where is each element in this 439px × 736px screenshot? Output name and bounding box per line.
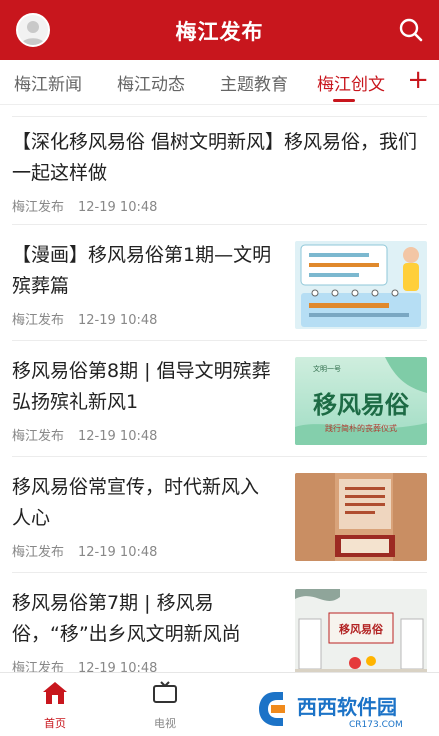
article-time: 12-19 10:48 (78, 313, 158, 328)
article-meta: 梅江发布 12-19 10:48 (12, 309, 157, 328)
watermark-subtext: CR173.COM (349, 720, 403, 730)
search-icon (399, 18, 423, 42)
article-meta: 梅江发布 12-19 10:48 (12, 425, 157, 444)
category-tabs: 梅江新闻 梅江动态 主题教育 梅江创文 + (0, 60, 439, 105)
nav-home-label: 首页 (44, 717, 66, 730)
article-title: 移风易俗第7期 | 移风易俗，“移”出乡风文明新风尚 (12, 592, 241, 645)
article-thumbnail: 移风易俗 (295, 589, 427, 677)
tv-icon (153, 681, 177, 703)
article-time: 12-19 10:48 (78, 429, 158, 444)
thumb-sign: 移风易俗 (339, 622, 384, 636)
article-thumbnail: 文明一号 移风易俗 践行简朴的丧葬仪式 (295, 357, 427, 445)
app-header: 梅江发布 (0, 0, 439, 60)
article-title: 移风易俗第8期 | 倡导文明殡葬 弘扬殡礼新风1 (12, 360, 271, 413)
page-title: 梅江发布 (175, 20, 264, 44)
thumb-badge: 文明一号 (313, 364, 341, 373)
article-meta: 梅江发布 12-19 10:48 (12, 196, 157, 215)
article-source: 梅江发布 (12, 545, 65, 560)
nav-tv-label: 电视 (154, 717, 176, 730)
thumb-headline: 移风易俗 (313, 390, 410, 419)
article-item[interactable]: 移风易俗第8期 | 倡导文明殡葬 弘扬殡礼新风1 梅江发布 12-19 10:48… (0, 341, 439, 456)
watermark-text: 西西软件园 (297, 695, 397, 719)
article-title: 移风易俗常宣传，时代新风入人心 (12, 476, 260, 529)
article-source: 梅江发布 (12, 429, 65, 444)
home-icon (43, 682, 67, 704)
site-watermark: 西西软件园 CR173.COM (257, 688, 435, 730)
tab-meijiang-news[interactable]: 梅江新闻 (14, 70, 82, 95)
add-tab-button[interactable]: + (407, 65, 429, 95)
article-title: 【漫画】移风易俗第1期—文明殡葬篇 (12, 244, 272, 297)
tab-meijiang-civilization[interactable]: 梅江创文 (317, 70, 385, 95)
article-item[interactable]: 【漫画】移风易俗第1期—文明殡葬篇 梅江发布 12-19 10:48 (0, 225, 439, 340)
nav-home[interactable]: 首页 (25, 681, 85, 731)
tab-meijiang-updates[interactable]: 梅江动态 (117, 70, 185, 95)
article-source: 梅江发布 (12, 200, 65, 215)
article-time: 12-19 10:48 (78, 545, 158, 560)
article-source: 梅江发布 (12, 313, 65, 328)
article-item[interactable]: 【深化移风易俗 倡树文明新风】移风易俗，我们一起这样做 梅江发布 12-19 10… (0, 117, 439, 225)
active-tab-indicator (333, 99, 355, 102)
tab-theme-education[interactable]: 主题教育 (220, 70, 288, 95)
article-item[interactable]: 移风易俗常宣传，时代新风入人心 梅江发布 12-19 10:48 (0, 457, 439, 572)
article-thumbnail (295, 473, 427, 561)
article-thumbnail (295, 241, 427, 329)
article-time: 12-19 10:48 (78, 200, 158, 215)
article-item[interactable]: 移风易俗第7期 | 移风易俗，“移”出乡风文明新风尚 梅江发布 12-19 10:… (0, 573, 439, 677)
article-meta: 梅江发布 12-19 10:48 (12, 541, 157, 560)
article-title: 【深化移风易俗 倡树文明新风】移风易俗，我们一起这样做 (12, 131, 418, 184)
search-button[interactable] (397, 16, 425, 44)
nav-tv[interactable]: 电视 (135, 681, 195, 731)
thumb-subline: 践行简朴的丧葬仪式 (325, 423, 397, 433)
